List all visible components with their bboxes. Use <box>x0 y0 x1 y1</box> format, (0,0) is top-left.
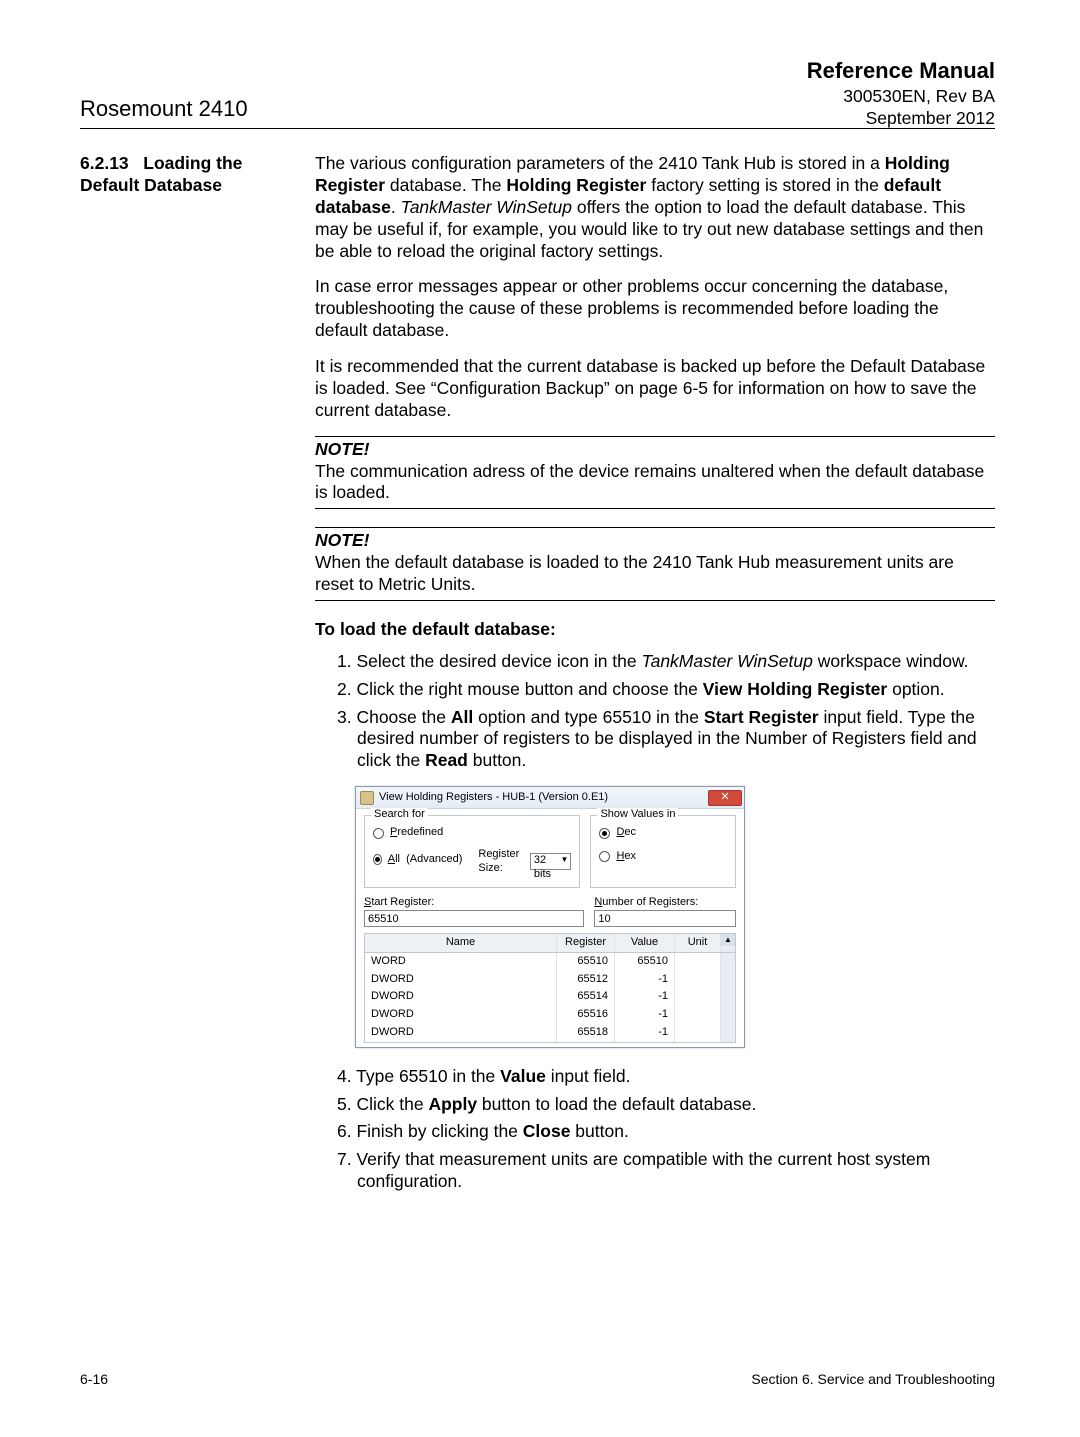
paragraph-3: It is recommended that the current datab… <box>315 356 995 422</box>
note-rule-top-2 <box>315 527 995 528</box>
close-icon[interactable]: ✕ <box>708 790 742 806</box>
step-6: 6. Finish by clicking the Close button. <box>337 1121 995 1143</box>
col-unit: Unit <box>675 934 721 952</box>
step-1: 1. Select the desired device icon in the… <box>337 651 995 673</box>
page-number: 6-16 <box>80 1371 108 1387</box>
steps-list-bottom: 4. Type 65510 in the Value input field. … <box>315 1066 995 1193</box>
section-number: 6.2.13 <box>80 153 129 173</box>
note-block-2: NOTE! When the default database is loade… <box>315 527 995 601</box>
note-label-2: NOTE! <box>315 530 995 552</box>
col-name: Name <box>365 934 557 952</box>
scroll-up-icon[interactable]: ▲ <box>721 934 735 946</box>
radio-all-label: All (Advanced) <box>388 853 463 867</box>
radio-hex[interactable] <box>599 851 610 862</box>
paragraph-1: The various configuration parameters of … <box>315 153 995 262</box>
group-search-for: Search for Predefined All (Advanced) Reg… <box>364 815 580 888</box>
doc-date: September 2012 <box>807 108 995 129</box>
paragraph-2: In case error messages appear or other p… <box>315 276 995 342</box>
group-title-search: Search for <box>371 808 428 822</box>
table-row: DWORD 65516 -1 <box>365 1006 735 1024</box>
doc-rev: 300530EN, Rev BA <box>807 86 995 107</box>
radio-dec[interactable] <box>599 828 610 839</box>
step-5: 5. Click the Apply button to load the de… <box>337 1094 995 1116</box>
section-heading-column: 6.2.13 Loading the Default Database <box>80 153 315 1199</box>
radio-hex-label: Hex <box>616 850 636 864</box>
group-show-values: Show Values in Dec Hex <box>590 815 736 888</box>
section-title-line2: Default Database <box>80 175 222 195</box>
steps-list-top: 1. Select the desired device icon in the… <box>315 651 995 772</box>
table-row: DWORD 65512 -1 <box>365 971 735 989</box>
note-text-1: The communication adress of the device r… <box>315 461 995 505</box>
num-registers-label: Number of Registers: <box>594 896 736 910</box>
radio-predefined-label: Predefined <box>390 826 443 840</box>
start-register-input[interactable] <box>364 910 584 927</box>
col-register: Register <box>557 934 615 952</box>
note-rule-bottom <box>315 508 995 509</box>
product-name: Rosemount 2410 <box>80 96 248 122</box>
doc-info: Reference Manual 300530EN, Rev BA Septem… <box>807 58 995 129</box>
dialog-title-text: View Holding Registers - HUB-1 (Version … <box>379 791 608 805</box>
group-title-show-values: Show Values in <box>597 808 678 822</box>
note-rule-top <box>315 436 995 437</box>
radio-predefined[interactable] <box>373 828 384 839</box>
step-2: 2. Click the right mouse button and choo… <box>337 679 995 701</box>
step-7: 7. Verify that measurement units are com… <box>337 1149 995 1193</box>
note-block-1: NOTE! The communication adress of the de… <box>315 436 995 510</box>
dialog-screenshot: View Holding Registers - HUB-1 (Version … <box>355 786 995 1048</box>
registers-table: Name Register Value Unit ▲ WORD 65510 65… <box>364 933 736 1043</box>
table-row: DWORD 65518 -1 <box>365 1024 735 1042</box>
body-column: The various configuration parameters of … <box>315 153 995 1199</box>
col-value: Value <box>615 934 675 952</box>
note-text-2: When the default database is loaded to t… <box>315 552 995 596</box>
start-register-label: Start Register: <box>364 896 584 910</box>
reg-size-select[interactable]: 32 bits <box>530 853 572 870</box>
section-title-line1: Loading the <box>143 153 242 173</box>
table-row: WORD 65510 65510 <box>365 953 735 971</box>
dialog-titlebar: View Holding Registers - HUB-1 (Version … <box>356 787 744 809</box>
ref-manual-title: Reference Manual <box>807 58 995 84</box>
page-footer: 6-16 Section 6. Service and Troubleshoot… <box>80 1371 995 1387</box>
radio-dec-label: Dec <box>616 826 636 840</box>
note-label: NOTE! <box>315 439 995 461</box>
table-row: DWORD 65514 -1 <box>365 988 735 1006</box>
note-rule-bottom-2 <box>315 600 995 601</box>
step-4: 4. Type 65510 in the Value input field. <box>337 1066 995 1088</box>
reg-size-label: Register Size: <box>478 848 526 876</box>
subhead-load-default: To load the default database: <box>315 619 995 641</box>
num-registers-input[interactable] <box>594 910 736 927</box>
page-header: Rosemount 2410 Reference Manual 300530EN… <box>80 58 995 126</box>
radio-all-advanced[interactable] <box>373 854 382 865</box>
window-icon <box>360 791 374 805</box>
step-3: 3. Choose the All option and type 65510 … <box>337 707 995 773</box>
footer-section: Section 6. Service and Troubleshooting <box>751 1371 995 1387</box>
